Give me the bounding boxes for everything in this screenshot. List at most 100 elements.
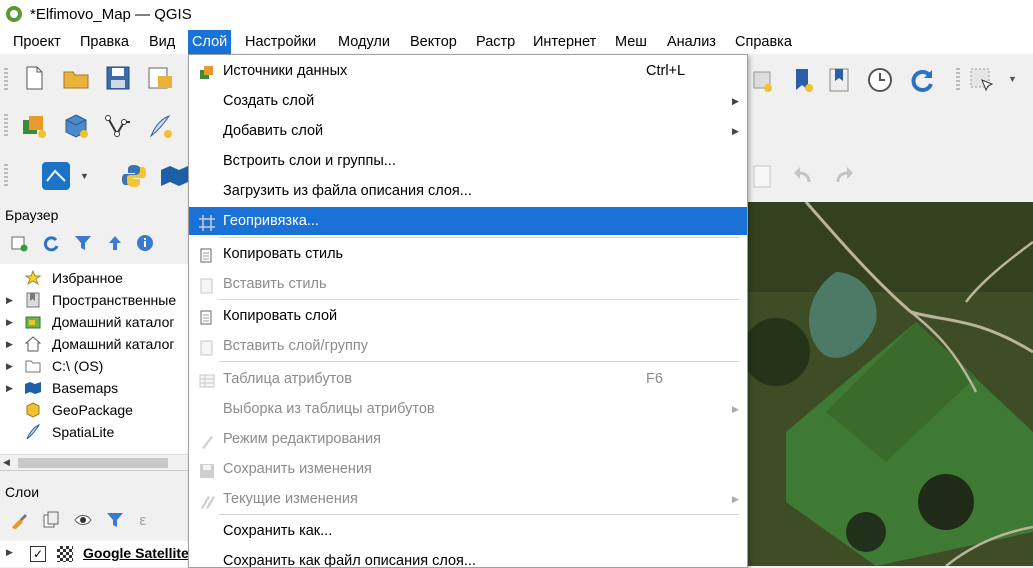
add-layer-icon[interactable]	[748, 66, 776, 94]
paste-disabled-icon[interactable]	[748, 162, 776, 190]
layer-menu-item-label: Сохранить как файл описания слоя...	[223, 553, 476, 568]
satellite-image	[746, 202, 1033, 566]
chevron-down-icon[interactable]: ▼	[1008, 74, 1017, 84]
filter-icon[interactable]	[106, 511, 124, 529]
copy-icon	[199, 308, 215, 325]
refresh-icon[interactable]	[42, 234, 60, 252]
style-manager-icon[interactable]	[10, 511, 28, 530]
qms-plugin-icon[interactable]	[42, 162, 70, 190]
paste-icon	[199, 276, 215, 294]
layers-panel: Слои ε ▶ ✓ Google Satellite	[0, 470, 189, 567]
python-icon[interactable]	[120, 162, 148, 190]
print-layout-icon[interactable]	[146, 64, 174, 92]
toolbar-grip[interactable]	[4, 114, 8, 138]
menu-separator	[219, 361, 739, 362]
filter-icon[interactable]	[74, 234, 92, 252]
expand-arrow-icon[interactable]: ▶	[6, 377, 13, 399]
layer-menu-item[interactable]: Источники данных Ctrl+L	[189, 57, 747, 85]
basemaps-plugin-icon[interactable]	[160, 162, 188, 190]
layer-menu-item[interactable]: Копировать стиль	[189, 240, 747, 268]
toolbar-grip[interactable]	[4, 68, 8, 92]
add-geopackage-icon[interactable]	[62, 112, 90, 140]
clock-icon[interactable]	[866, 66, 894, 94]
chevron-down-icon[interactable]: ▼	[80, 171, 89, 181]
open-project-icon[interactable]	[62, 64, 90, 92]
scroll-left-icon[interactable]: ◀	[3, 457, 10, 468]
scrollbar-thumb[interactable]	[18, 458, 168, 468]
undo-icon[interactable]	[789, 162, 817, 190]
horizontal-scrollbar[interactable]: ◀	[0, 454, 188, 471]
toolbar-grip[interactable]	[956, 68, 960, 92]
menu-raster[interactable]: Растр	[472, 30, 519, 54]
layer-menu-dropdown: Источники данных Ctrl+L Создать слой ▶ Добав…	[188, 54, 748, 568]
layer-menu-item[interactable]: Создать слой ▶	[189, 87, 747, 115]
menu-settings[interactable]: Настройки	[241, 30, 320, 54]
menu-help[interactable]: Справка	[731, 30, 796, 54]
add-spatialite-icon[interactable]	[146, 112, 174, 140]
add-group-icon[interactable]	[42, 511, 60, 529]
menu-mesh[interactable]: Меш	[611, 30, 651, 54]
toolbar-grip[interactable]	[4, 164, 8, 188]
new-project-icon[interactable]	[20, 64, 48, 92]
menu-plugins[interactable]: Модули	[334, 30, 394, 54]
redo-icon[interactable]	[830, 162, 858, 190]
info-icon[interactable]	[136, 234, 154, 252]
map-canvas[interactable]	[746, 202, 1033, 566]
expand-arrow-icon[interactable]: ▶	[6, 333, 13, 355]
pencil-icon	[199, 431, 215, 449]
expression-filter-icon[interactable]: ε	[138, 511, 156, 529]
menu-view[interactable]: Вид	[145, 30, 179, 54]
show-bookmarks-icon[interactable]	[825, 66, 853, 94]
refresh-icon[interactable]	[908, 66, 936, 94]
layer-menu-item[interactable]: Добавить слой ▶	[189, 117, 747, 145]
expand-arrow-icon[interactable]: ▶	[6, 547, 13, 558]
layer-menu-item[interactable]: Сохранить как...	[189, 517, 747, 545]
layer-menu-item[interactable]: Выборка из таблицы атрибутов ▶	[189, 395, 747, 423]
expand-arrow-icon[interactable]: ▶	[6, 289, 13, 311]
select-features-icon[interactable]	[968, 66, 996, 94]
layer-menu-item[interactable]: Встроить слои и группы...	[189, 147, 747, 175]
layer-menu-item[interactable]: Сохранить изменения	[189, 455, 747, 483]
layer-menu-item[interactable]: Текущие изменения ▶	[189, 485, 747, 513]
browser-item-home-1[interactable]: ▶ Домашний каталог	[0, 311, 186, 333]
paste-icon	[199, 338, 215, 356]
layer-menu-item[interactable]: Вставить слой/группу	[189, 332, 747, 360]
eye-icon[interactable]	[74, 511, 92, 529]
expand-arrow-icon[interactable]: ▶	[6, 311, 13, 333]
add-selected-layers-icon[interactable]	[10, 234, 28, 252]
layer-menu-item[interactable]: Сохранить как файл описания слоя...	[189, 547, 747, 568]
browser-item-geopackage[interactable]: GeoPackage	[0, 399, 186, 421]
browser-item-basemaps[interactable]: ▶ Basemaps	[0, 377, 186, 399]
browser-item-favorites[interactable]: Избранное	[0, 267, 186, 289]
add-vector-icon[interactable]	[104, 112, 132, 140]
layer-menu-item[interactable]: Геопривязка...	[189, 207, 747, 235]
layer-name[interactable]: Google Satellite	[83, 545, 189, 561]
menu-analysis[interactable]: Анализ	[663, 30, 720, 54]
save-project-icon[interactable]	[104, 64, 132, 92]
layer-menu-item[interactable]: Копировать слой	[189, 302, 747, 330]
browser-item-home-2[interactable]: ▶ Домашний каталог	[0, 333, 186, 355]
menu-edit[interactable]: Правка	[76, 30, 133, 54]
browser-item-spatialite[interactable]: SpatiaLite	[0, 421, 186, 443]
layer-menu-item[interactable]: Загрузить из файла описания слоя...	[189, 177, 747, 205]
geopackage-icon	[25, 402, 41, 418]
georeference-icon	[199, 213, 215, 231]
data-source-icon	[199, 63, 215, 79]
browser-item-spatial-bookmarks[interactable]: ▶ Пространственные	[0, 289, 186, 311]
menu-vector[interactable]: Вектор	[406, 30, 461, 54]
menu-shortcut: Ctrl+L	[646, 63, 686, 79]
menu-project[interactable]: Проект	[9, 30, 65, 54]
expand-arrow-icon[interactable]: ▶	[6, 355, 13, 377]
layer-visibility-checkbox[interactable]: ✓	[30, 546, 46, 562]
home-folder-icon	[25, 314, 41, 330]
layer-menu-item[interactable]: Режим редактирования	[189, 425, 747, 453]
layer-menu-item[interactable]: Вставить стиль	[189, 270, 747, 298]
collapse-all-icon[interactable]	[106, 234, 124, 252]
menu-layer[interactable]: Слой	[188, 30, 232, 54]
menu-web[interactable]: Интернет	[529, 30, 600, 54]
browser-tree: Избранное ▶ Пространственные ▶ Домашний …	[0, 264, 188, 454]
new-bookmark-icon[interactable]	[789, 66, 817, 94]
data-source-manager-icon[interactable]	[20, 112, 48, 140]
layer-menu-item[interactable]: Таблица атрибутов F6	[189, 365, 747, 393]
browser-item-drive-c[interactable]: ▶ C:\ (OS)	[0, 355, 186, 377]
